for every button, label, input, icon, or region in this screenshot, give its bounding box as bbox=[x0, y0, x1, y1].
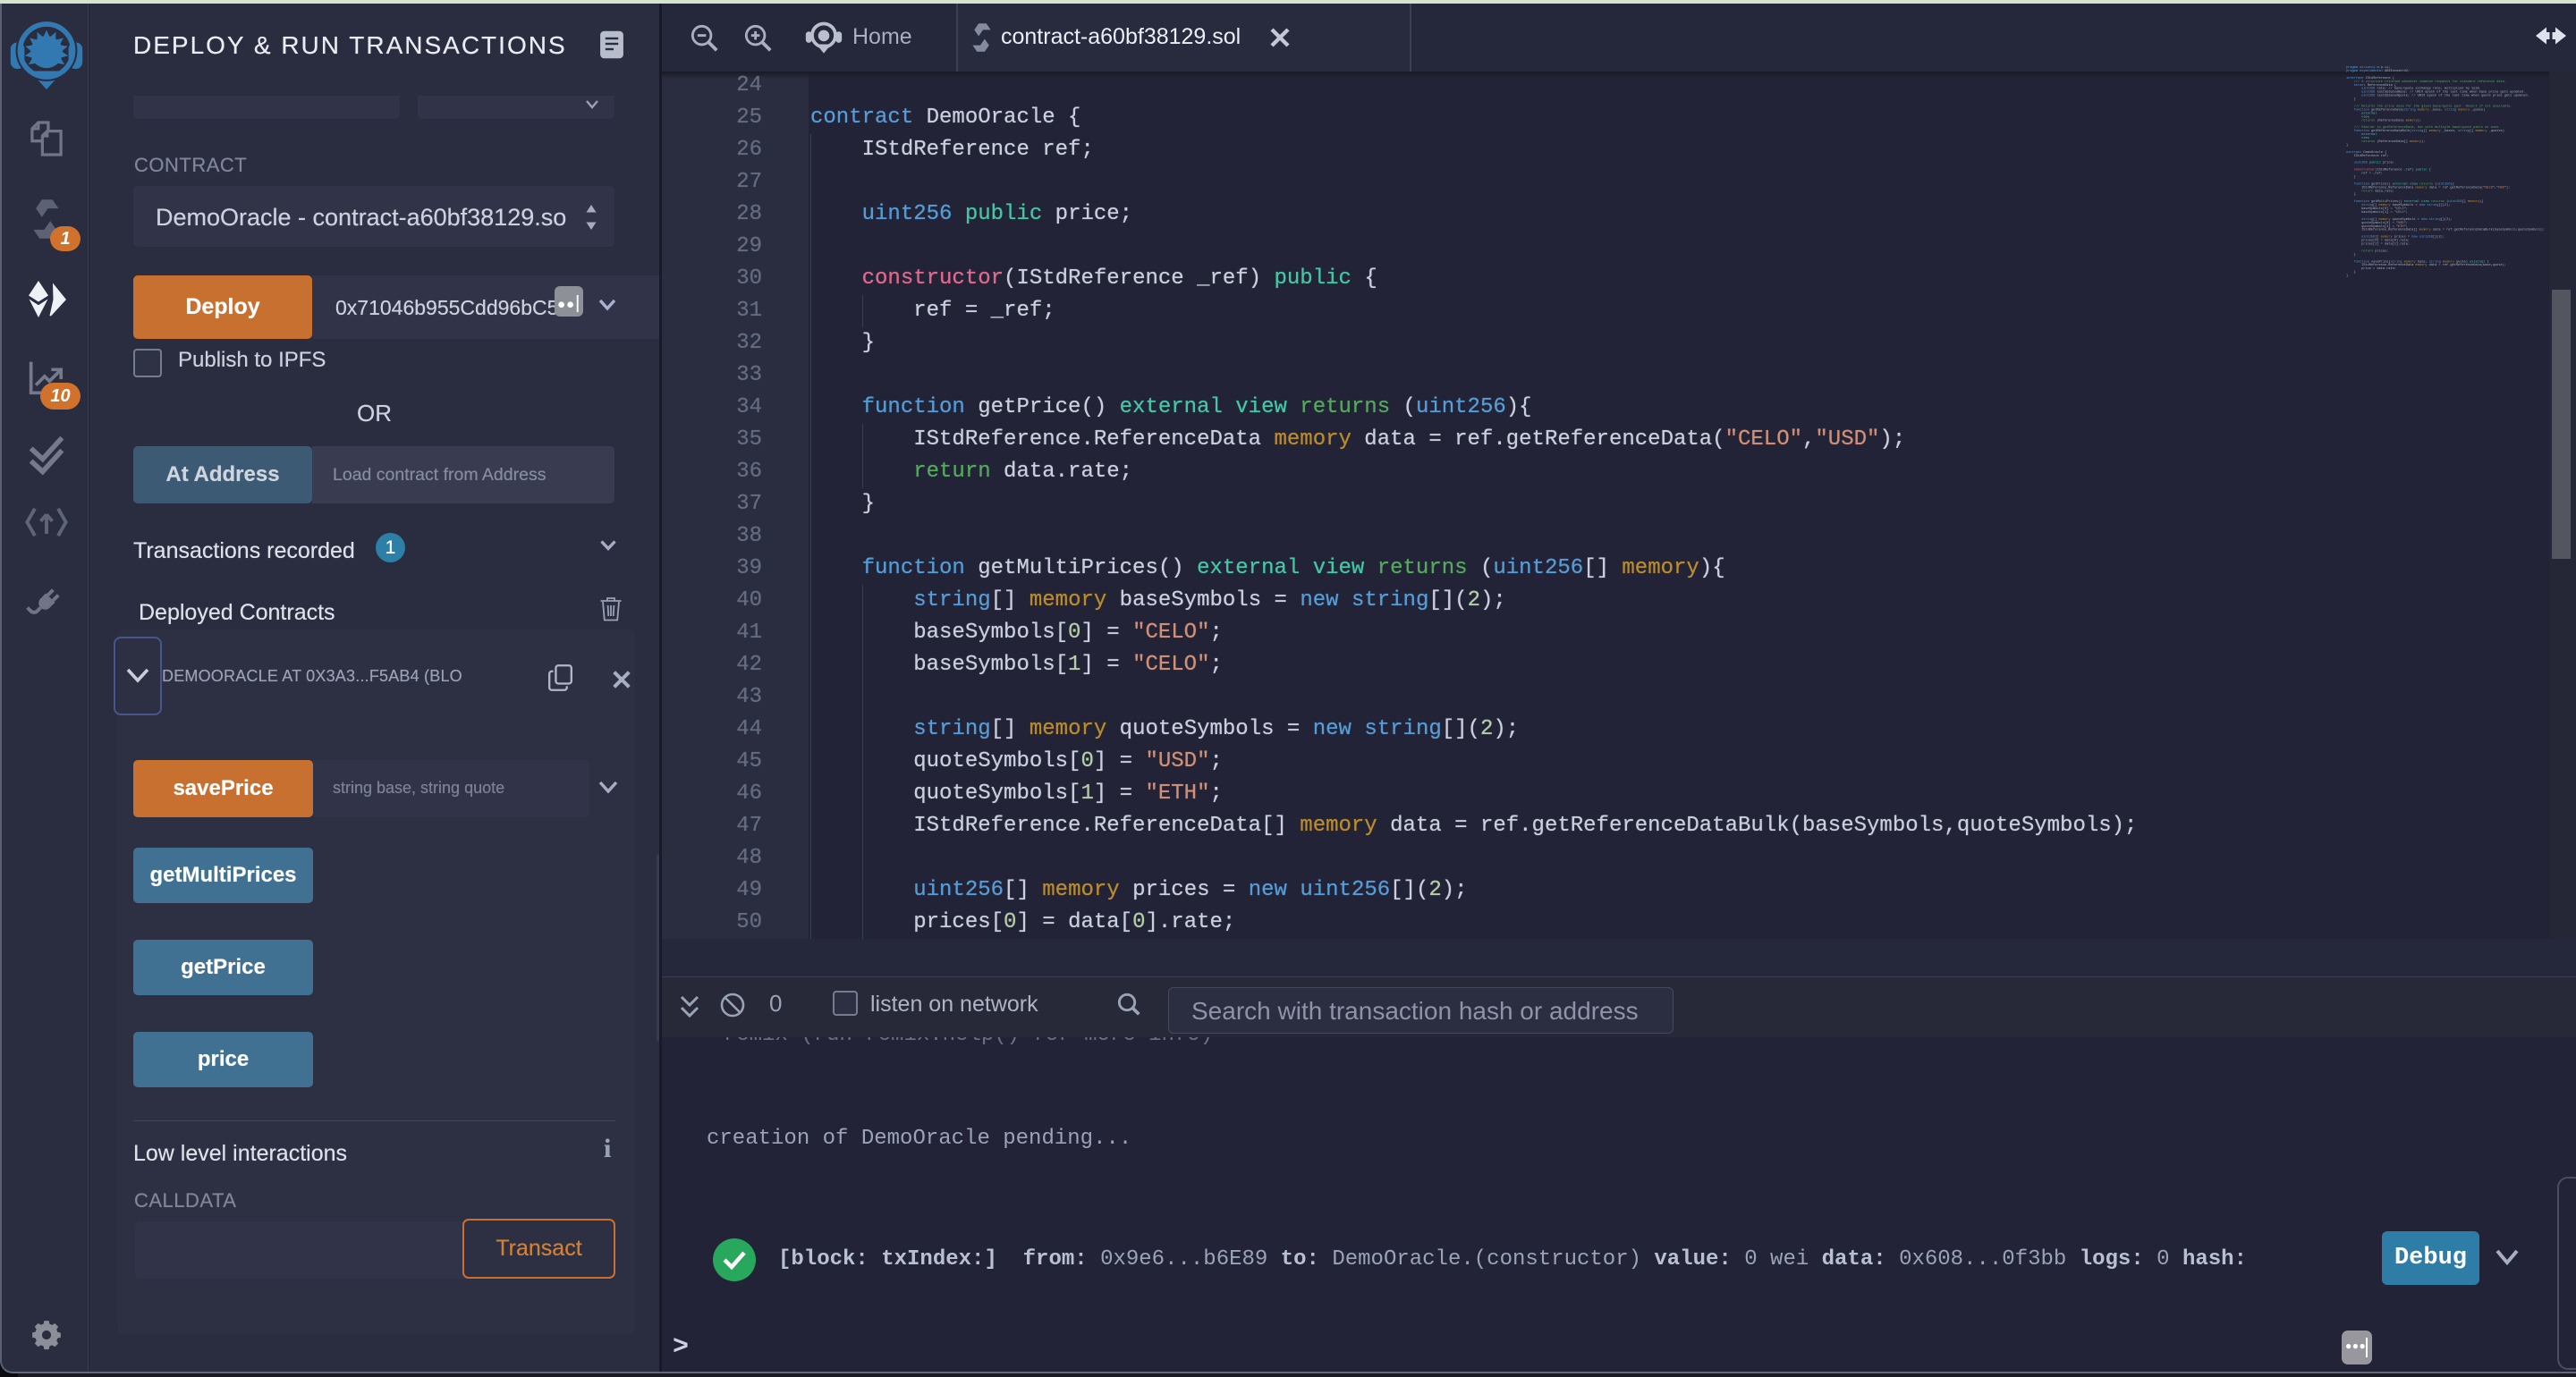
svg-text:price = data.rate;: price = data.rate; bbox=[2361, 266, 2396, 271]
svg-text:}: } bbox=[2354, 270, 2356, 275]
svg-text:uint256 lastUpdatedQuote; // U: uint256 lastUpdatedQuote; // UNIX epoch … bbox=[2361, 94, 2529, 98]
svg-text:}: } bbox=[2354, 174, 2356, 179]
svg-text:pragma experimental ABIEncoder: pragma experimental ABIEncoderV2; bbox=[2346, 69, 2410, 73]
svg-text:prices[1] = data[1].rate;: prices[1] = data[1].rate; bbox=[2361, 242, 2410, 247]
svg-text:ref = _ref;: ref = _ref; bbox=[2361, 172, 2383, 176]
svg-text:return prices;: return prices; bbox=[2361, 249, 2388, 253]
svg-text:baseSymbols[1] = "CELO";: baseSymbols[1] = "CELO"; bbox=[2361, 210, 2408, 215]
svg-text:uint256 public price;: uint256 public price; bbox=[2354, 161, 2394, 165]
svg-text:returns (ReferenceData memory): returns (ReferenceData memory); bbox=[2361, 118, 2421, 122]
svg-text:}: } bbox=[2346, 274, 2348, 278]
svg-text:returns (ReferenceData[] memor: returns (ReferenceData[] memory); bbox=[2361, 139, 2425, 144]
svg-text:}: } bbox=[2354, 192, 2356, 197]
svg-text:return data.rate;: return data.rate; bbox=[2361, 189, 2394, 193]
svg-text:}: } bbox=[2346, 143, 2348, 148]
svg-text:IStdReference.ReferenceData[]: IStdReference.ReferenceData[] memory dat… bbox=[2361, 228, 2545, 232]
svg-text:}: } bbox=[2354, 252, 2356, 257]
svg-text:IStdReference ref;: IStdReference ref; bbox=[2354, 154, 2389, 158]
svg-text:}: } bbox=[2354, 97, 2356, 102]
